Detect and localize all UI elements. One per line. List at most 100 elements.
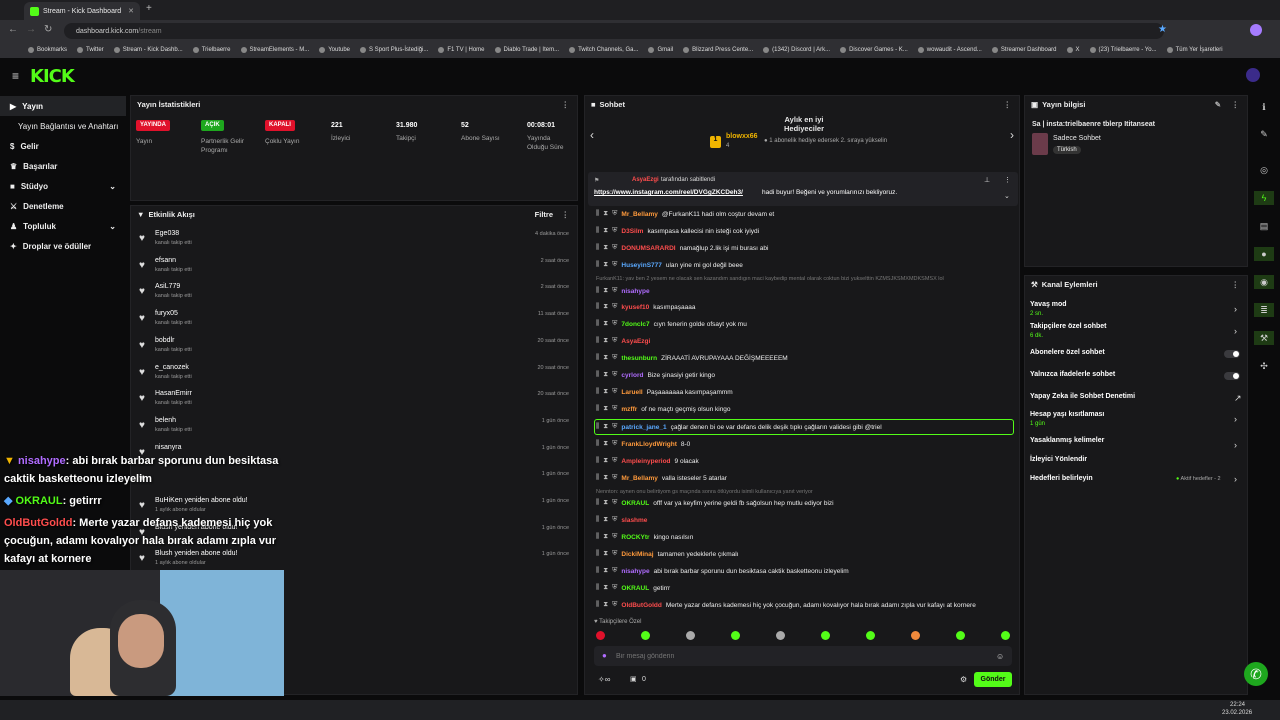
shield-icon[interactable]: ⛨ (612, 261, 617, 269)
shield-icon[interactable]: ⛨ (612, 440, 617, 448)
shield-icon[interactable]: ⛨ (612, 371, 617, 379)
chat-username[interactable]: OldButGoldd (621, 602, 661, 609)
chevron-right-icon[interactable]: › (1234, 326, 1237, 336)
shield-icon[interactable]: ⛨ (612, 457, 617, 465)
shield-icon[interactable]: ⛨ (612, 567, 617, 575)
chat-username[interactable]: slashme (621, 517, 647, 524)
emote-icon[interactable] (686, 631, 695, 640)
emote-icon[interactable] (911, 631, 920, 640)
reply-icon[interactable]: ⫼ (596, 244, 599, 252)
edit-icon[interactable]: ✎ (1215, 100, 1221, 109)
reply-icon[interactable]: ⫼ (596, 601, 599, 609)
bookmark-item[interactable]: Streamer Dashboard (991, 47, 1057, 53)
timer-icon[interactable]: ⧗ (603, 516, 608, 524)
activity-name[interactable]: Ege038 (155, 230, 179, 237)
reply-icon[interactable]: ⫼ (596, 567, 599, 575)
timer-icon[interactable]: ⧗ (603, 354, 608, 362)
bolt-icon[interactable]: ϟ (1254, 191, 1274, 205)
timer-icon[interactable]: ⧗ (603, 210, 608, 218)
more-options-icon[interactable]: ⋮ (1004, 176, 1011, 184)
timer-icon[interactable]: ⧗ (603, 499, 608, 507)
send-button[interactable]: Gönder (974, 672, 1012, 687)
document-icon[interactable]: ▤ (1254, 219, 1274, 233)
channel-action-label[interactable]: Yavaş mod (1030, 301, 1067, 308)
bookmark-item[interactable]: (1342) Discord | Ark... (763, 47, 830, 53)
kick-logo[interactable]: KICK (30, 66, 75, 87)
channel-action-label[interactable]: Takipçilere özel sohbet (1030, 323, 1107, 330)
sidebar-item-topluluk[interactable]: ♟ Topluluk ⌄ (0, 216, 126, 236)
timer-icon[interactable]: ⧗ (603, 584, 608, 592)
bookmark-item[interactable]: Gmail (648, 47, 673, 53)
bookmark-item[interactable]: Bookmarks (28, 47, 67, 53)
more-options-icon[interactable]: ⋮ (562, 100, 570, 109)
bookmark-item[interactable]: Tüm Yer İşaretleri (1166, 47, 1223, 53)
bookmark-item[interactable]: StreamElements - M... (240, 47, 309, 53)
forward-icon[interactable]: → (26, 24, 36, 35)
bookmark-item[interactable]: Discover Games - K... (840, 47, 908, 53)
shield-icon[interactable]: ⛨ (612, 388, 617, 396)
channel-action-label[interactable]: Yapay Zeka ile Sohbet Denetimi (1030, 393, 1135, 400)
eye-icon[interactable]: ◉ (1254, 275, 1274, 289)
timer-icon[interactable]: ⧗ (603, 244, 608, 252)
reply-icon[interactable]: ⫼ (596, 287, 599, 295)
bookmark-star-icon[interactable]: ★ (1158, 24, 1167, 35)
timer-icon[interactable]: ⧗ (603, 567, 608, 575)
pencil-icon[interactable]: ✎ (1254, 127, 1274, 141)
emote-icon[interactable] (821, 631, 830, 640)
bookmark-item[interactable]: F1 TV | Home (438, 47, 485, 53)
chat-username[interactable]: nisahype (621, 288, 649, 295)
chat-username[interactable]: kyusef10 (621, 304, 649, 311)
bookmark-item[interactable]: wowaudit - Ascend... (917, 47, 982, 53)
whatsapp-icon[interactable]: ✆ (1244, 662, 1268, 686)
toggle-switch[interactable] (1224, 372, 1240, 380)
reply-icon[interactable]: ⫼ (596, 337, 599, 345)
sidebar-item-denetleme[interactable]: ⚔ Denetleme (0, 196, 126, 216)
reply-icon[interactable]: ⫼ (596, 261, 599, 269)
timer-icon[interactable]: ⧗ (603, 388, 608, 396)
shield-icon[interactable]: ⛨ (612, 354, 617, 362)
chat-message-input[interactable] (616, 649, 986, 663)
reply-icon[interactable]: ⫼ (596, 388, 599, 396)
timer-icon[interactable]: ⧗ (603, 457, 608, 465)
activity-name[interactable]: efsann (155, 257, 176, 264)
chat-username[interactable]: FrankLloydWright (621, 441, 677, 448)
pinned-link[interactable]: https://www.instagram.com/reel/DVGgZKCDe… (594, 189, 743, 196)
timer-icon[interactable]: ⧗ (603, 287, 608, 295)
chat-username[interactable]: mzffr (621, 406, 637, 413)
emote-icon[interactable] (956, 631, 965, 640)
close-tab-icon[interactable]: ✕ (128, 7, 134, 15)
sidebar-item-studyo[interactable]: ■ Stüdyo ⌄ (0, 176, 126, 196)
chat-username[interactable]: cyrlord (621, 372, 643, 379)
chevron-right-icon[interactable]: › (1234, 414, 1237, 424)
chat-username[interactable]: Laruell (621, 389, 642, 396)
timer-icon[interactable]: ⧗ (603, 550, 608, 558)
chat-username[interactable]: DONUMSARARDI (621, 245, 675, 252)
shield-icon[interactable]: ⛨ (612, 516, 617, 524)
chat-username[interactable]: OKRAUL (621, 500, 649, 507)
timer-icon[interactable]: ⧗ (603, 320, 608, 328)
profile-avatar[interactable] (1250, 24, 1262, 36)
bookmark-item[interactable]: S Sport Plus-İstediği... (360, 47, 428, 53)
back-icon[interactable]: ← (8, 24, 18, 35)
reply-icon[interactable]: ⫼ (596, 584, 599, 592)
chat-username[interactable]: Mr_Bellamy (621, 211, 658, 218)
emote-icon[interactable] (596, 631, 605, 640)
chevron-down-icon[interactable]: ⌄ (1004, 192, 1010, 200)
bookmark-item[interactable]: X (1066, 47, 1080, 53)
timer-icon[interactable]: ⧗ (603, 440, 608, 448)
timer-icon[interactable]: ⧗ (603, 533, 608, 541)
chat-username[interactable]: OKRAUL (621, 585, 649, 592)
category-name[interactable]: Sadece Sohbet (1053, 135, 1101, 142)
more-options-icon[interactable]: ⋮ (562, 210, 570, 219)
puzzle-icon[interactable]: ✣ (1254, 359, 1274, 373)
timer-icon[interactable]: ⧗ (603, 227, 608, 235)
shield-icon[interactable]: ⛨ (612, 474, 617, 482)
emote-icon[interactable] (866, 631, 875, 640)
shield-icon[interactable]: ⛨ (612, 210, 617, 218)
bookmark-item[interactable]: Twitter (77, 47, 104, 53)
emote-icon[interactable] (776, 631, 785, 640)
shield-icon[interactable]: ⛨ (612, 550, 617, 558)
reply-icon[interactable]: ⫼ (596, 227, 599, 235)
channel-action-label[interactable]: Hedefleri belirleyin (1030, 475, 1093, 482)
toggle-switch[interactable] (1224, 350, 1240, 358)
